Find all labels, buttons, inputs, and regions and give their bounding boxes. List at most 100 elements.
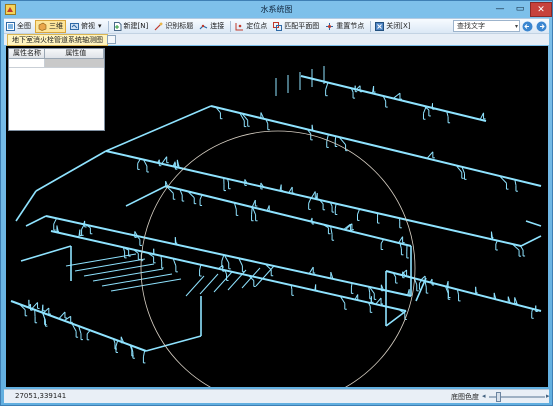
reset-node-button[interactable]: 重置节点 (323, 20, 366, 33)
connector-pipe (20, 245, 72, 262)
match-plan-icon (273, 21, 283, 31)
toolbar-separator (107, 20, 109, 32)
pin-icon[interactable] (107, 35, 116, 44)
properties-header: 属性名称 属性值 (9, 49, 104, 59)
close-button[interactable]: ✕ (530, 2, 552, 17)
full-view-icon (6, 21, 15, 31)
toolbar-separator (230, 20, 232, 32)
close-doc-button[interactable]: 关闭[X] (373, 20, 412, 33)
title-bar[interactable]: 水系统图 — ▭ ✕ (1, 1, 552, 19)
toolbar-separator (370, 20, 372, 32)
sprinkler-branch (334, 136, 337, 141)
property-name-cell (9, 59, 45, 67)
sprinkler-branch (288, 186, 293, 194)
sprinkler-branch (53, 218, 58, 225)
sprinkler-branch (199, 264, 202, 271)
search-prev-icon[interactable] (522, 21, 533, 32)
minimize-button[interactable]: — (490, 2, 510, 17)
sprinkler-branch (142, 350, 146, 358)
slider-right-icon[interactable]: ▸ (546, 392, 550, 400)
sprinkler-branch (115, 340, 119, 347)
sprinkler-branch (81, 224, 85, 230)
slider-thumb[interactable] (495, 392, 501, 402)
locate-point-icon (235, 22, 244, 30)
connector-pipe (25, 215, 47, 227)
main-pipe (165, 185, 412, 247)
sprinkler-branch (426, 151, 434, 159)
sprinkler-branch (161, 156, 168, 165)
locate-point-button[interactable]: 定位点 (233, 20, 269, 33)
sprinkler-branch (58, 311, 66, 320)
branch-pipe (74, 258, 146, 272)
chevron-down-icon[interactable]: ▾ (98, 22, 102, 30)
3d-view-button[interactable]: 三维 (35, 19, 66, 33)
3d-view-label: 三维 (49, 22, 63, 30)
toolbar: 全图 三维 俯视 ▾ 新建[N] 识别标题 连接 定位点 匹配平面图 重置节点 … (4, 18, 549, 33)
connector-pipe (105, 105, 212, 152)
match-plan-button[interactable]: 匹配平面图 (271, 20, 321, 33)
column-property-name[interactable]: 属性名称 (9, 49, 45, 58)
sprinkler-branch (308, 266, 314, 274)
recognize-title-icon (154, 22, 163, 30)
connector-pipe (15, 190, 37, 222)
connect-button[interactable]: 连接 (197, 20, 226, 33)
sprinkler-branch (420, 275, 426, 281)
main-pipe (50, 230, 407, 312)
slider-left-icon[interactable]: ◂ (482, 392, 486, 400)
background-color-label: 底图色度 (451, 393, 479, 401)
tab-drawing[interactable]: 地下室消火栓管道系统轴测图 (7, 34, 108, 46)
locate-point-label: 定位点 (246, 22, 268, 30)
sprinkler-branch (160, 255, 163, 262)
document-tabbar: 地下室消火栓管道系统轴测图 (4, 33, 549, 46)
3d-view-icon (38, 22, 47, 31)
connector-pipe (35, 150, 107, 192)
sprinkler-branch (251, 207, 253, 215)
sprinkler-branch (308, 197, 312, 204)
match-plan-label: 匹配平面图 (284, 22, 320, 30)
new-label: 新建[N] (123, 22, 149, 30)
search-input[interactable]: 查找文字 ▾ (453, 20, 520, 32)
sprinkler-branch (357, 208, 361, 215)
full-view-label: 全图 (17, 22, 31, 30)
reset-node-icon (326, 22, 334, 30)
status-bar: 27051,339141 底图色度 ◂ ▸ (4, 389, 550, 403)
sprinkler-branch (31, 302, 38, 310)
top-view-icon (70, 22, 79, 30)
search-dropdown-icon[interactable]: ▾ (515, 22, 518, 32)
connector-pipe (520, 235, 542, 247)
branch-pipe (83, 263, 155, 277)
reset-node-label: 重置节点 (336, 22, 365, 30)
drawing-canvas[interactable]: 属性名称 属性值 (6, 46, 548, 387)
column-property-value[interactable]: 属性值 (45, 49, 104, 58)
sprinkler-branch (350, 283, 353, 288)
app-window: 水系统图 — ▭ ✕ 全图 三维 俯视 ▾ 新建[N] 识别标题 连接 定位点 … (0, 0, 553, 406)
top-view-button[interactable]: 俯视 ▾ (68, 20, 104, 33)
sprinkler-branch (398, 236, 404, 244)
property-value-cell (44, 59, 104, 67)
sprinkler-branch (86, 329, 91, 335)
recognize-title-label: 识别标题 (165, 22, 194, 30)
sprinkler-branch (310, 191, 316, 199)
maximize-button[interactable]: ▭ (510, 2, 530, 17)
cursor-coordinates: 27051,339141 (15, 392, 67, 400)
connector-pipe (145, 335, 202, 352)
connector-pipe (125, 185, 167, 207)
main-pipe (10, 300, 147, 352)
connect-label: 连接 (210, 22, 225, 30)
sprinkler-branch (423, 106, 427, 114)
properties-panel: 属性名称 属性值 (8, 48, 105, 131)
sprinkler-branch (221, 254, 225, 262)
main-pipe (45, 215, 412, 297)
connector-pipe (525, 220, 542, 227)
window-title: 水系统图 (260, 5, 293, 14)
new-button[interactable]: 新建[N] (111, 20, 151, 33)
properties-row[interactable] (9, 59, 104, 68)
full-view-button[interactable]: 全图 (4, 20, 33, 33)
sprinkler-branch (375, 297, 382, 305)
search-next-icon[interactable] (536, 21, 547, 32)
top-view-label: 俯视 (81, 22, 95, 30)
recognize-title-button[interactable]: 识别标题 (152, 20, 195, 33)
branch-pipe (110, 278, 182, 292)
connect-icon (199, 24, 208, 29)
close-doc-icon (375, 21, 385, 31)
